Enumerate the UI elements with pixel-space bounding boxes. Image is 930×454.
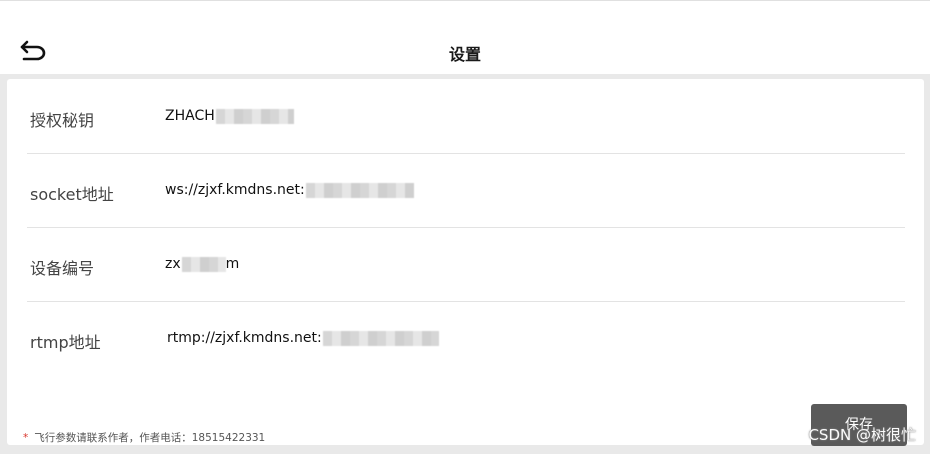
field-label-device-id: 设备编号 <box>30 259 95 278</box>
field-label-auth-key: 授权秘钥 <box>30 111 95 130</box>
auth-key-input[interactable]: ZHACH <box>165 108 294 124</box>
settings-form: 授权秘钥 ZHACH socket地址 ws://zjxf.kmdns.net:… <box>7 79 924 445</box>
redacted-blur <box>305 182 414 198</box>
rtmp-address-value: rtmp://zjxf.kmdns.net: <box>167 330 322 346</box>
field-row-device-id: 设备编号 zx m <box>27 227 905 302</box>
field-label-rtmp: rtmp地址 <box>30 333 101 352</box>
field-row-socket: socket地址 ws://zjxf.kmdns.net: <box>27 153 905 228</box>
contact-note: * 飞行参数请联系作者，作者电话：18515422331 <box>23 430 265 445</box>
redacted-blur <box>181 256 226 272</box>
field-row-auth-key: 授权秘钥 ZHACH <box>27 79 905 154</box>
field-label-socket: socket地址 <box>30 185 114 204</box>
required-star: * <box>23 432 29 444</box>
auth-key-value: ZHACH <box>165 108 215 124</box>
redacted-blur <box>215 108 294 124</box>
app-header: 设置 <box>0 0 930 74</box>
watermark: CSDN @树很忙 <box>808 426 916 444</box>
socket-address-input[interactable]: ws://zjxf.kmdns.net: <box>165 182 414 198</box>
contact-note-text: 飞行参数请联系作者，作者电话：18515422331 <box>34 432 266 444</box>
device-id-value-start: zx <box>165 256 181 272</box>
rtmp-address-input[interactable]: rtmp://zjxf.kmdns.net: <box>167 330 439 346</box>
redacted-blur <box>322 330 439 346</box>
device-id-input[interactable]: zx m <box>165 256 239 272</box>
page-title: 设置 <box>448 45 481 64</box>
field-row-rtmp: rtmp地址 rtmp://zjxf.kmdns.net: <box>27 301 905 375</box>
socket-address-value: ws://zjxf.kmdns.net: <box>165 182 305 198</box>
device-id-value-end: m <box>225 256 240 272</box>
